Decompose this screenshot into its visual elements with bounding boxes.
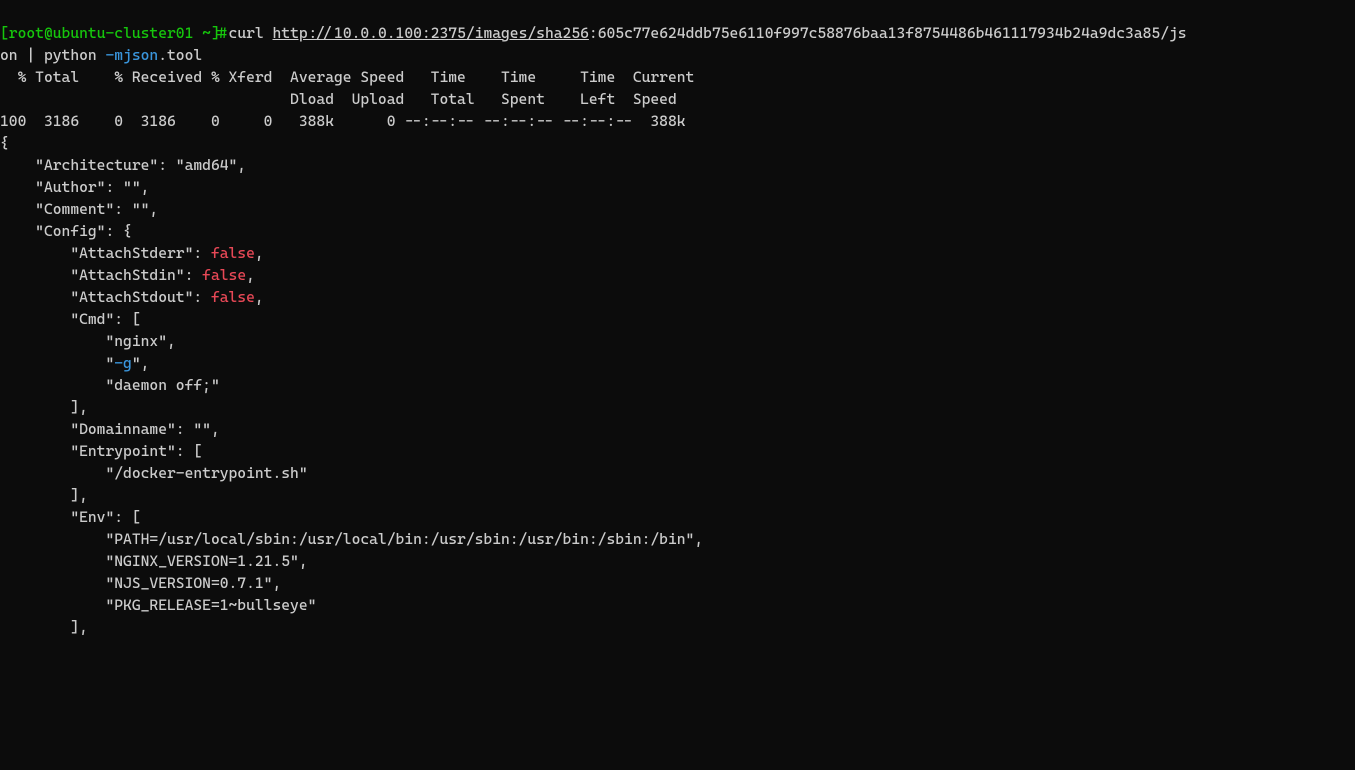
json-env-close: ],: [0, 618, 88, 636]
json-cmd-g-end: ",: [132, 354, 150, 372]
prompt-at: @: [44, 24, 53, 42]
cmd-line2-start: on | python: [0, 46, 105, 64]
prompt-user: root: [9, 24, 44, 42]
json-env-open: "Env": [: [0, 508, 141, 526]
json-config-open: "Config": {: [0, 222, 132, 240]
json-cmd-close: ],: [0, 398, 88, 416]
curl-progress-header2: Dload Upload Total Spent Left Speed: [0, 90, 677, 108]
curl-progress-row: 100 3186 0 3186 0 0 388k 0 --:--:-- --:-…: [0, 112, 686, 130]
json-cmd-g-flag: -g: [114, 354, 132, 372]
prompt-close-bracket: ]#: [211, 24, 229, 42]
json-open-brace: {: [0, 134, 9, 152]
json-stdout-val: false: [211, 288, 255, 306]
url-tail: :605c77e624ddb75e6110f997c58876baa13f875…: [589, 24, 1187, 42]
prompt-cwd: ~: [202, 24, 211, 42]
json-stdin-key: "AttachStdin":: [0, 266, 202, 284]
json-entrypoint-val: "/docker-entrypoint.sh": [0, 464, 308, 482]
json-cmd-g-indent: ": [0, 354, 114, 372]
json-comma1: ,: [255, 244, 264, 262]
cmd-line2-end: .tool: [158, 46, 202, 64]
json-comment: "Comment": "",: [0, 200, 158, 218]
json-architecture: "Architecture": "amd64",: [0, 156, 246, 174]
json-env-nginx: "NGINX_VERSION=1.21.5",: [0, 552, 308, 570]
json-domainname: "Domainname": "",: [0, 420, 220, 438]
json-stderr-key: "AttachStderr":: [0, 244, 211, 262]
json-stderr-val: false: [211, 244, 255, 262]
json-env-path: "PATH=/usr/local/sbin:/usr/local/bin:/us…: [0, 530, 703, 548]
command-text[interactable]: curl: [229, 24, 273, 42]
json-comma3: ,: [255, 288, 264, 306]
url-text: http://10.0.0.100:2375/images/sha256: [273, 24, 589, 42]
json-cmd-open: "Cmd": [: [0, 310, 141, 328]
json-author: "Author": "",: [0, 178, 149, 196]
terminal-output: [root@ubuntu-cluster01 ~]#curl http://10…: [0, 22, 1355, 638]
curl-progress-header1: % Total % Received % Xferd Average Speed…: [0, 68, 694, 86]
json-env-njs: "NJS_VERSION=0.7.1",: [0, 574, 281, 592]
prompt-space: [193, 24, 202, 42]
flag-mjson: -mjson: [105, 46, 158, 64]
json-comma2: ,: [246, 266, 255, 284]
json-stdout-key: "AttachStdout":: [0, 288, 211, 306]
json-stdin-val: false: [202, 266, 246, 284]
json-env-pkg: "PKG_RELEASE=1~bullseye": [0, 596, 316, 614]
json-entrypoint-close: ],: [0, 486, 88, 504]
prompt-host: ubuntu-cluster01: [53, 24, 194, 42]
json-cmd-daemon: "daemon off;": [0, 376, 220, 394]
prompt-open-bracket: [: [0, 24, 9, 42]
json-entrypoint-open: "Entrypoint": [: [0, 442, 202, 460]
json-cmd-nginx: "nginx",: [0, 332, 176, 350]
